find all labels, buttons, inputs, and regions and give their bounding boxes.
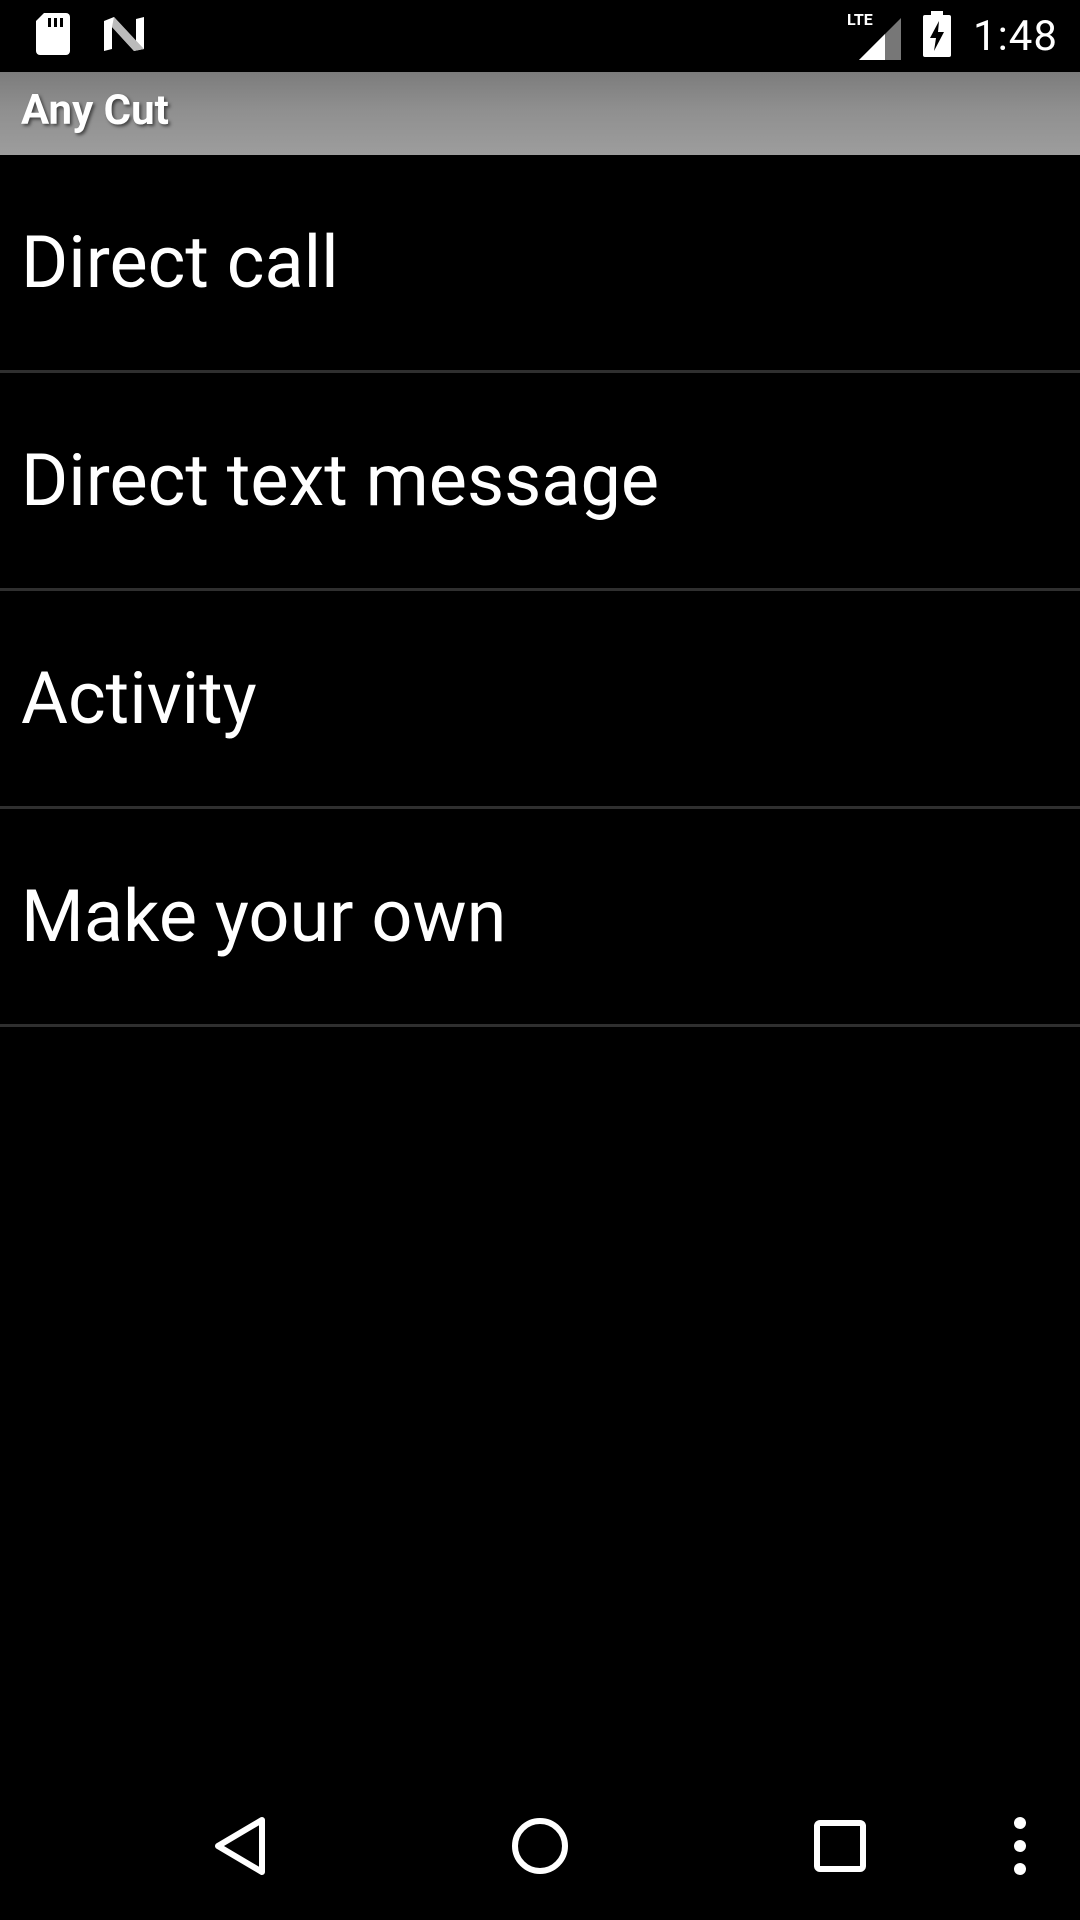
lte-signal-icon: LTE	[847, 10, 901, 60]
list-item-direct-call[interactable]: Direct call	[0, 155, 1080, 373]
status-bar: LTE 1:48	[0, 0, 1080, 72]
navigation-bar	[0, 1776, 1080, 1920]
list-item-label: Direct text message	[21, 438, 660, 523]
overflow-menu-icon	[1013, 1816, 1027, 1880]
sd-card-icon	[36, 13, 70, 59]
recents-icon	[813, 1819, 867, 1877]
overflow-menu-button[interactable]	[990, 1776, 1050, 1920]
app-title: Any Cut	[21, 86, 169, 135]
recents-button[interactable]	[780, 1776, 900, 1920]
home-icon	[510, 1816, 570, 1880]
list-item-make-your-own[interactable]: Make your own	[0, 809, 1080, 1027]
back-icon	[212, 1816, 268, 1880]
back-button[interactable]	[180, 1776, 300, 1920]
status-bar-right: LTE 1:48	[847, 8, 1058, 64]
shortcut-type-list: Direct call Direct text message Activity…	[0, 155, 1080, 1027]
status-time: 1:48	[973, 11, 1058, 61]
list-item-label: Make your own	[21, 874, 507, 959]
app-bar: Any Cut	[0, 72, 1080, 155]
home-button[interactable]	[480, 1776, 600, 1920]
list-item-direct-text-message[interactable]: Direct text message	[0, 373, 1080, 591]
list-item-label: Activity	[21, 656, 257, 741]
list-item-label: Direct call	[21, 220, 339, 305]
list-item-activity[interactable]: Activity	[0, 591, 1080, 809]
n-logo-icon	[102, 15, 146, 57]
status-bar-left	[36, 13, 146, 59]
battery-charging-icon	[923, 11, 951, 61]
